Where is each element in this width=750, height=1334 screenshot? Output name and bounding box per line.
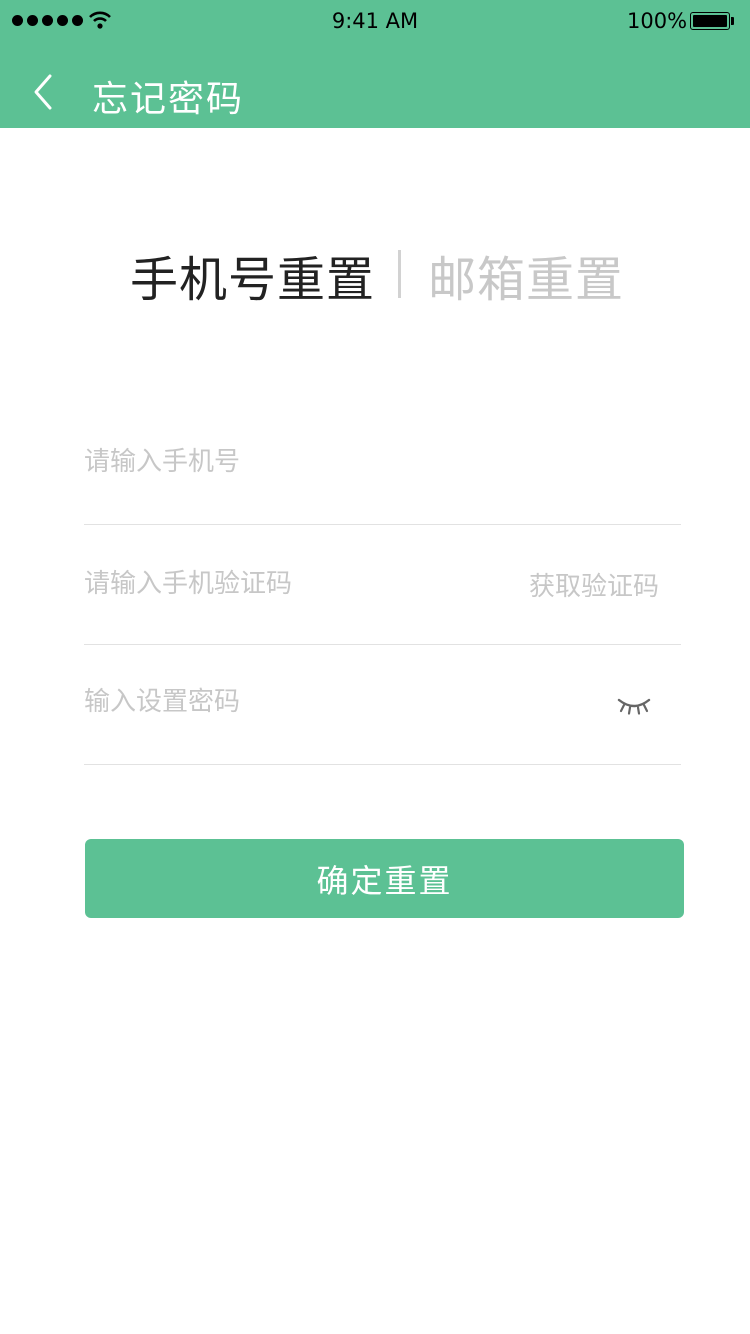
verification-code-field: 获取验证码: [84, 524, 681, 645]
chevron-left-icon: [34, 74, 52, 110]
get-code-button[interactable]: 获取验证码: [529, 566, 659, 603]
status-bar: 9:41 AM 100%: [0, 0, 750, 40]
verification-code-input[interactable]: [84, 544, 504, 624]
tab-divider: [398, 250, 401, 298]
phone-field: [84, 404, 681, 525]
password-input[interactable]: [84, 662, 504, 742]
eye-closed-icon[interactable]: [616, 696, 652, 716]
phone-input[interactable]: [84, 422, 504, 502]
reset-method-tabs: 手机号重置 邮箱重置: [0, 240, 750, 308]
tab-email-reset[interactable]: 邮箱重置: [428, 240, 624, 310]
back-button[interactable]: [30, 72, 60, 112]
confirm-reset-button[interactable]: 确定重置: [85, 839, 684, 918]
page-title: 忘记密码: [92, 79, 245, 120]
battery-percent: 100%: [627, 9, 688, 33]
password-field: [84, 644, 681, 765]
battery-icon: [690, 12, 734, 30]
app-header: 9:41 AM 100% 忘记密码: [0, 0, 750, 128]
tab-phone-reset[interactable]: 手机号重置: [130, 240, 375, 310]
